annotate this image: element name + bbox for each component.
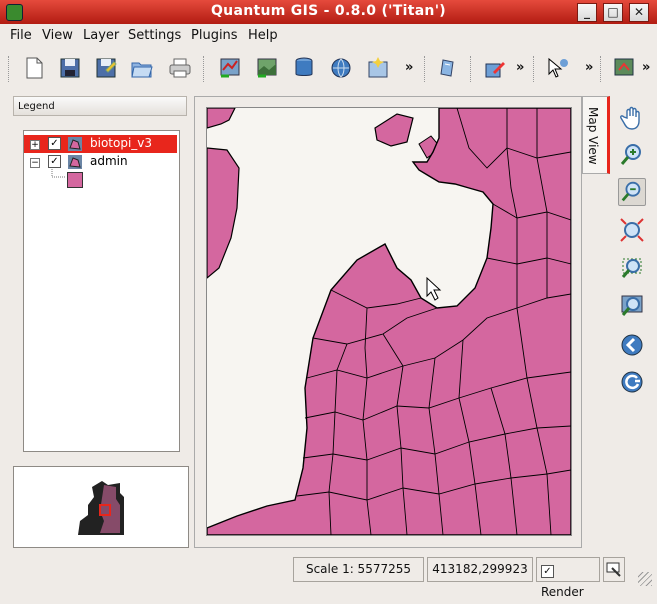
add-postgis-icon[interactable]	[292, 56, 316, 80]
toolbar: » » » »	[0, 48, 657, 88]
toolbar-overflow-4[interactable]: »	[642, 60, 650, 75]
open-project-icon[interactable]	[130, 56, 154, 80]
map-view-tab[interactable]: Map View	[582, 96, 610, 174]
close-button[interactable]: ✕	[629, 3, 649, 22]
select-icon[interactable]	[546, 56, 570, 80]
symbol-swatch	[67, 172, 83, 188]
toolbar-separator	[203, 56, 207, 82]
legend-layer-biotopi[interactable]: + ✓ biotopi_v3	[24, 135, 177, 153]
print-icon[interactable]	[168, 56, 192, 80]
window-title: Quantum GIS - 0.8.0 ('Titan')	[210, 3, 446, 19]
layer-visibility-checkbox[interactable]: ✓	[48, 137, 61, 150]
map-view-tab-label: Map View	[586, 107, 600, 165]
menu-bar: File View Layer Settings Plugins Help	[0, 25, 657, 47]
title-bar: Quantum GIS - 0.8.0 ('Titan') _ □ ✕	[0, 0, 657, 24]
legend-panel: + ✓ biotopi_v3 − ✓ admin	[23, 130, 180, 452]
toolbar-separator	[600, 56, 604, 82]
legend-dock-title[interactable]: Legend	[13, 96, 187, 116]
menu-help[interactable]: Help	[248, 28, 278, 43]
edit-icon[interactable]	[483, 56, 507, 80]
toolbar-overflow-3[interactable]: »	[585, 60, 593, 75]
map-render	[207, 108, 571, 535]
toolbar-overflow-1[interactable]: »	[405, 60, 413, 75]
zoom-out-icon	[621, 181, 641, 202]
add-wms-icon[interactable]	[329, 56, 353, 80]
collapse-toggle[interactable]: −	[30, 158, 40, 168]
new-layer-icon[interactable]	[366, 56, 390, 80]
map-canvas[interactable]	[206, 107, 572, 536]
layer-name: biotopi_v3	[90, 136, 153, 150]
overview-thumbnail	[78, 481, 124, 535]
save-as-icon[interactable]	[94, 56, 118, 80]
new-project-icon[interactable]	[22, 56, 46, 80]
menu-file[interactable]: File	[10, 28, 32, 43]
toolbar-separator	[470, 56, 474, 82]
render-label: Render	[541, 585, 584, 599]
polygon-layer-icon	[68, 155, 82, 169]
layer-visibility-checkbox[interactable]: ✓	[48, 155, 61, 168]
toolbar-separator	[533, 56, 537, 82]
zoom-out-active[interactable]	[618, 178, 646, 206]
menu-view[interactable]: View	[42, 28, 73, 43]
maximize-button[interactable]: □	[603, 3, 623, 22]
pan-icon[interactable]	[618, 104, 646, 132]
toolbar-grip	[8, 56, 12, 82]
toolbar-overflow-2[interactable]: »	[516, 60, 524, 75]
expand-toggle[interactable]: +	[30, 140, 40, 150]
toolbar-separator	[424, 56, 428, 82]
capture-icon[interactable]	[612, 56, 636, 80]
menu-plugins[interactable]: Plugins	[191, 28, 238, 43]
resize-grip[interactable]	[638, 572, 652, 586]
minimize-button[interactable]: _	[577, 3, 597, 22]
add-raster-icon[interactable]	[255, 56, 279, 80]
render-toggle[interactable]: ✓ Render	[536, 557, 600, 599]
projection-icon	[606, 562, 621, 577]
render-checkbox[interactable]: ✓	[541, 565, 554, 578]
zoom-selection-icon[interactable]	[618, 254, 646, 282]
zoom-last-icon[interactable]	[618, 331, 646, 359]
menu-settings[interactable]: Settings	[128, 28, 181, 43]
zoom-full-icon[interactable]	[618, 216, 646, 244]
add-vector-icon[interactable]	[218, 56, 242, 80]
layer-name: admin	[90, 154, 128, 168]
projection-button[interactable]	[603, 557, 625, 582]
refresh-icon[interactable]	[618, 368, 646, 396]
zoom-in-icon[interactable]	[618, 141, 646, 169]
save-project-icon[interactable]	[58, 56, 82, 80]
scale-display[interactable]: Scale 1: 5577255	[293, 557, 424, 582]
overview-map[interactable]	[13, 466, 189, 548]
identify-icon[interactable]	[437, 56, 461, 80]
polygon-layer-icon	[68, 137, 82, 151]
zoom-layer-icon[interactable]	[618, 292, 646, 320]
coordinate-display: 413182,299923	[427, 557, 533, 582]
menu-layer[interactable]: Layer	[83, 28, 119, 43]
legend-layer-admin[interactable]: − ✓ admin	[24, 153, 177, 171]
